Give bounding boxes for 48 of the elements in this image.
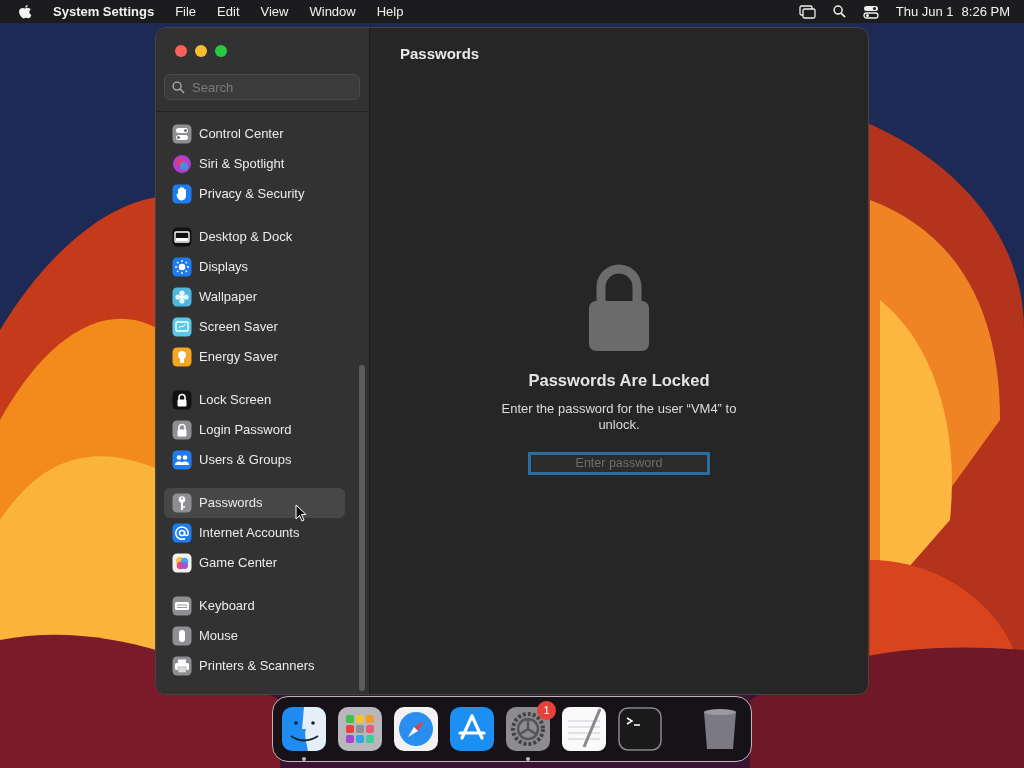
sidebar-item[interactable]: Login Password bbox=[164, 415, 345, 445]
screen-mirroring-icon[interactable] bbox=[798, 4, 816, 19]
pointer-cursor-icon bbox=[295, 504, 307, 522]
sidebar-item[interactable]: Users & Groups bbox=[164, 445, 345, 475]
locked-heading: Passwords Are Locked bbox=[528, 370, 710, 391]
sidebar-item[interactable]: Control Center bbox=[164, 119, 345, 149]
padlock-icon bbox=[587, 263, 651, 351]
finder-face-icon[interactable] bbox=[282, 707, 326, 751]
search-icon[interactable] bbox=[832, 5, 846, 18]
sidebar-item[interactable]: Printers & Scanners bbox=[164, 651, 345, 681]
menu-item[interactable]: View bbox=[260, 1, 289, 22]
sidebar-item[interactable]: Energy Saver bbox=[164, 342, 345, 372]
gear-icon[interactable] bbox=[506, 707, 550, 751]
page-title: Passwords bbox=[399, 44, 481, 64]
sidebar-item[interactable]: Game Center bbox=[164, 548, 345, 578]
app-menu[interactable]: System Settings bbox=[53, 1, 155, 22]
sidebar-item[interactable]: Desktop & Dock bbox=[164, 222, 345, 252]
scrollbar[interactable] bbox=[359, 365, 365, 691]
minimize-button[interactable] bbox=[195, 45, 207, 57]
menu-bar-clock[interactable]: 8:26 PM bbox=[961, 1, 1010, 22]
compass-icon[interactable] bbox=[394, 707, 438, 751]
search-icon bbox=[172, 81, 185, 95]
toggle-switches-icon[interactable] bbox=[862, 4, 879, 19]
sidebar-item[interactable]: Passwords bbox=[164, 488, 345, 518]
sidebar-item[interactable]: Mouse bbox=[164, 621, 345, 651]
menu-item[interactable]: Edit bbox=[217, 1, 240, 22]
search-field[interactable]: Search bbox=[164, 74, 360, 101]
notepad-icon[interactable] bbox=[562, 707, 606, 751]
menu-item[interactable]: Help bbox=[376, 1, 404, 22]
sidebar-item[interactable]: Displays bbox=[164, 252, 345, 282]
apple-menu-icon[interactable] bbox=[18, 3, 32, 20]
menu-item[interactable]: File bbox=[175, 1, 197, 22]
sidebar-item[interactable]: Siri & Spotlight bbox=[164, 149, 345, 179]
app-grid-icon[interactable] bbox=[338, 707, 382, 751]
sidebar-item[interactable]: Internet Accounts bbox=[164, 518, 345, 548]
sidebar-item[interactable]: Lock Screen bbox=[164, 385, 345, 415]
menu-item[interactable]: Window bbox=[309, 1, 356, 22]
terminal-icon[interactable] bbox=[618, 707, 662, 751]
zoom-button[interactable] bbox=[215, 45, 227, 57]
password-field[interactable]: Enter password bbox=[528, 451, 710, 475]
sidebar-item[interactable]: Keyboard bbox=[164, 591, 345, 621]
unlock-message: Enter the password for the user “VM4” to unlock. bbox=[500, 400, 738, 433]
sidebar-item[interactable]: Wallpaper bbox=[164, 282, 345, 312]
sidebar-item[interactable]: Privacy & Security bbox=[164, 179, 345, 209]
menu-bar-date[interactable]: Thu Jun 1 bbox=[895, 1, 954, 22]
close-button[interactable] bbox=[175, 45, 187, 57]
notification-badge: 1 bbox=[537, 701, 556, 720]
sidebar-item[interactable]: Screen Saver bbox=[164, 312, 345, 342]
